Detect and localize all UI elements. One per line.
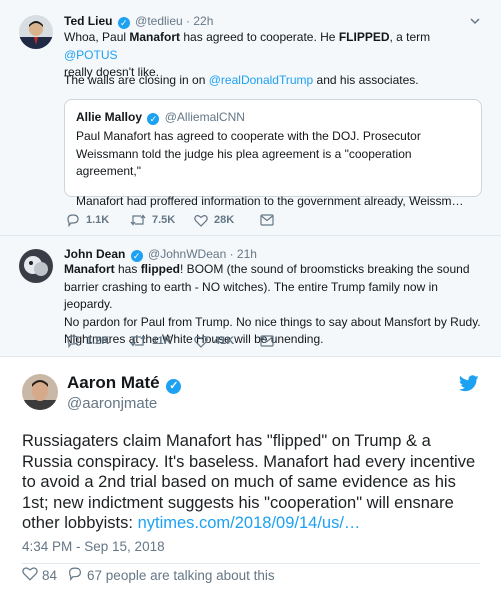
author-handle[interactable]: @JohnWDean: [148, 247, 226, 261]
author-name[interactable]: John Dean: [64, 247, 125, 261]
text-segment: , a term: [389, 30, 431, 44]
dm-button[interactable]: [260, 335, 274, 347]
reply-icon: [67, 335, 79, 348]
retweet-icon: [130, 335, 146, 347]
text-bold: FLIPPED: [338, 30, 390, 44]
reply-button[interactable]: 1.2K: [66, 334, 130, 348]
text-segment: has agreed to cooperate. He: [180, 30, 339, 44]
reply-count: 1.1K: [86, 214, 110, 226]
author-name[interactable]: Aaron Maté ✓: [67, 373, 183, 394]
dm-button[interactable]: [260, 214, 274, 226]
like-count: 28K: [214, 214, 235, 226]
footer-divider: [22, 563, 480, 564]
like-button[interactable]: 41K: [194, 335, 260, 348]
tweet-header: John Dean ✓ @JohnWDean · 21h: [64, 247, 257, 262]
author-handle[interactable]: @aaronjmate: [67, 395, 157, 413]
text-bold: Manafort: [64, 262, 115, 276]
like-icon: [194, 214, 208, 227]
tweet-timestamp[interactable]: 4:34 PM - Sep 15, 2018: [22, 539, 165, 554]
text-bold: Manafort: [129, 30, 181, 44]
avatar[interactable]: [19, 249, 53, 283]
quote-header: Allie Malloy ✓ @AlliemalCNN: [76, 110, 245, 125]
reply-icon: [67, 214, 79, 227]
like-icon[interactable]: [22, 566, 38, 584]
twitter-bird-icon[interactable]: [458, 375, 479, 397]
tweet-time[interactable]: · 21h: [230, 247, 257, 261]
text-line: barrier crashing to earth - NO witches).…: [64, 279, 438, 312]
verified-icon: ✓: [117, 17, 130, 29]
tweet-header: Ted Lieu ✓ @tedlieu · 22h: [64, 14, 213, 29]
reply-count: 1.2K: [86, 335, 110, 347]
text-bold: flipped: [140, 262, 181, 276]
quote-author-handle: @AlliemalCNN: [164, 110, 245, 124]
dm-icon: [260, 335, 274, 347]
avatar[interactable]: [19, 15, 53, 49]
mention-link[interactable]: @POTUS: [64, 48, 118, 62]
retweet-count: 7.5K: [152, 214, 176, 226]
tweet-john-dean[interactable]: John Dean ✓ @JohnWDean · 21h Manafort ha…: [0, 237, 501, 356]
author-name[interactable]: Ted Lieu: [64, 14, 112, 28]
text-segment: The walls are closing in on: [64, 73, 209, 87]
quote-text: Paul Manafort has agreed to cooperate wi…: [76, 128, 476, 210]
quote-line: Manafort had proffered information to th…: [76, 193, 464, 208]
tweet-text-2: The walls are closing in on @realDonaldT…: [64, 72, 484, 90]
retweet-button[interactable]: 11K: [130, 334, 194, 348]
like-count: 41K: [214, 335, 235, 347]
like-icon: [194, 335, 208, 348]
text-segment: and his associates.: [313, 73, 419, 87]
retweet-button[interactable]: 7.5K: [130, 213, 194, 227]
author-handle[interactable]: @tedlieu: [135, 14, 183, 28]
text-segment: ! BOOM (the sound of broomsticks breakin…: [180, 262, 470, 276]
text-segment: has: [114, 262, 141, 276]
tweet-actions: 1.2K 11K 41K: [66, 333, 274, 349]
tweet-time[interactable]: · 22h: [186, 14, 213, 28]
tweet-text: Russiagaters claim Manafort has "flipped…: [22, 431, 484, 534]
tweet-ted-lieu[interactable]: Ted Lieu ✓ @tedlieu · 22h Whoa, Paul Man…: [0, 0, 501, 236]
tweet-stats: 84 67 people are talking about this: [22, 566, 275, 584]
embedded-thread: Ted Lieu ✓ @tedlieu · 22h Whoa, Paul Man…: [0, 0, 501, 356]
author-name-text: Aaron Maté: [67, 373, 160, 392]
tweet-aaron-mate[interactable]: Aaron Maté ✓ @aaronjmate Russiagaters cl…: [0, 357, 501, 602]
text-segment: Whoa, Paul: [64, 30, 130, 44]
mention-link[interactable]: @realDonaldTrump: [209, 73, 313, 87]
retweet-count: 11K: [152, 335, 172, 347]
quote-author-name: Allie Malloy: [76, 110, 143, 124]
talking-count[interactable]: 67 people are talking about this: [87, 568, 275, 583]
caret-down-icon[interactable]: [469, 14, 481, 26]
quote-line: Paul Manafort has agreed to cooperate wi…: [76, 129, 421, 143]
like-button[interactable]: 28K: [194, 214, 260, 227]
like-count[interactable]: 84: [42, 568, 57, 583]
article-link[interactable]: nytimes.com/2018/09/14/us/…: [138, 514, 361, 532]
retweet-icon: [130, 214, 146, 226]
verified-icon: ✓: [147, 113, 160, 125]
tweet-actions: 1.1K 7.5K 28K: [66, 212, 274, 228]
avatar[interactable]: [22, 374, 58, 410]
quoted-tweet[interactable]: Allie Malloy ✓ @AlliemalCNN Paul Manafor…: [64, 99, 482, 208]
quote-line: Weissmann told the judge his plea agreem…: [76, 146, 412, 179]
comment-icon[interactable]: [67, 566, 83, 584]
text-line: No pardon for Paul from Trump. No nice t…: [64, 314, 481, 329]
dm-icon: [260, 214, 274, 226]
reply-button[interactable]: 1.1K: [66, 213, 130, 227]
verified-icon: ✓: [166, 379, 182, 394]
